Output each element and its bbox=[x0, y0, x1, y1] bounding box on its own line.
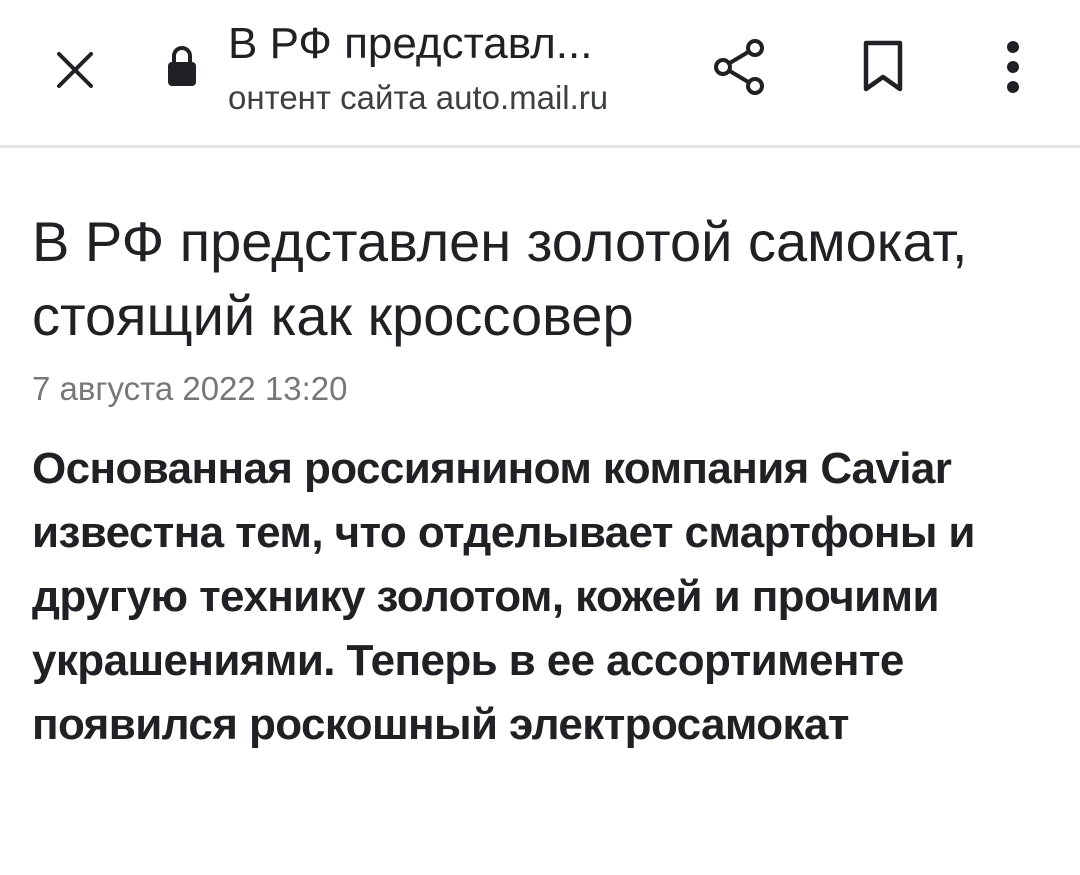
article-lead: Основанная россиянином компания Caviar и… bbox=[32, 444, 975, 749]
page-title: В РФ представл... bbox=[228, 19, 593, 68]
bookmark-button[interactable] bbox=[848, 32, 918, 102]
lock-icon[interactable] bbox=[162, 40, 202, 90]
close-button[interactable] bbox=[40, 40, 110, 100]
page-title-block[interactable]: В РФ представл... онтент сайта auto.mail… bbox=[228, 18, 648, 128]
more-vert-icon bbox=[1007, 41, 1019, 93]
more-options-button[interactable] bbox=[985, 32, 1041, 102]
page-url: онтент сайта auto.mail.ru bbox=[228, 78, 648, 118]
bookmark-icon bbox=[863, 40, 903, 92]
close-icon bbox=[57, 52, 93, 88]
page-url-text: онтент сайта auto.mail.ru bbox=[228, 79, 609, 116]
browser-toolbar: В РФ представл... онтент сайта auto.mail… bbox=[0, 0, 1080, 148]
article-date: 7 августа 2022 13:20 bbox=[32, 370, 348, 407]
share-icon bbox=[714, 39, 764, 95]
article-headline: В РФ представлен золотой самокат, стоящи… bbox=[32, 210, 968, 347]
article: В РФ представлен золотой самокат, стоящи… bbox=[32, 205, 1042, 757]
share-button[interactable] bbox=[702, 32, 778, 102]
